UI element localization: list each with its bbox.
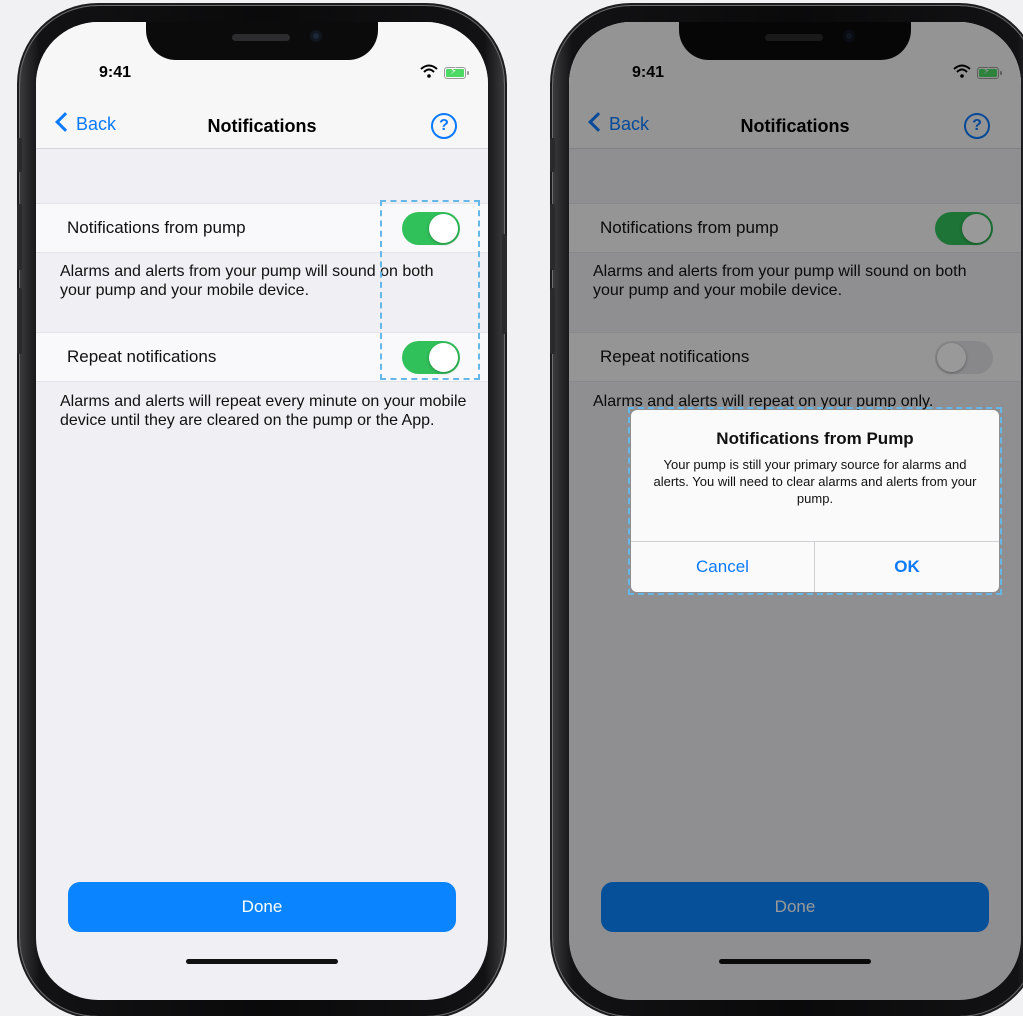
- speaker-grille: [232, 34, 290, 41]
- highlight-alert: [628, 407, 1002, 595]
- home-indicator: [186, 959, 338, 964]
- power-button: [502, 234, 507, 334]
- done-button[interactable]: Done: [68, 882, 456, 932]
- help-icon[interactable]: ?: [431, 113, 457, 139]
- front-camera: [310, 30, 322, 42]
- volume-down-button: [17, 288, 22, 354]
- phone-frame-left: 9:41 ⚡ Back Notifications ? Notification…: [17, 6, 507, 1016]
- volume-down-button: [550, 288, 555, 354]
- row-label: Notifications from pump: [67, 218, 246, 237]
- description-repeat: Alarms and alerts will repeat every minu…: [60, 393, 467, 429]
- status-time: 9:41: [99, 64, 132, 81]
- screen-left: 9:41 ⚡ Back Notifications ? Notification…: [36, 22, 488, 1000]
- row-label: Repeat notifications: [67, 347, 217, 366]
- nav-bar: Back Notifications ?: [36, 104, 488, 149]
- phone-frame-right: 9:41 ⚡ Back Notifications ? Notification…: [550, 6, 1023, 1016]
- mute-switch: [550, 138, 555, 172]
- mute-switch: [17, 138, 22, 172]
- volume-up-button: [550, 204, 555, 270]
- highlight-toggles: [380, 200, 480, 380]
- battery-charging-icon: ⚡: [444, 66, 469, 79]
- screen-right: 9:41 ⚡ Back Notifications ? Notification…: [569, 22, 1021, 1000]
- page-title: Notifications: [207, 116, 317, 136]
- notch: [146, 22, 378, 60]
- wifi-icon: [420, 64, 438, 78]
- volume-up-button: [17, 204, 22, 270]
